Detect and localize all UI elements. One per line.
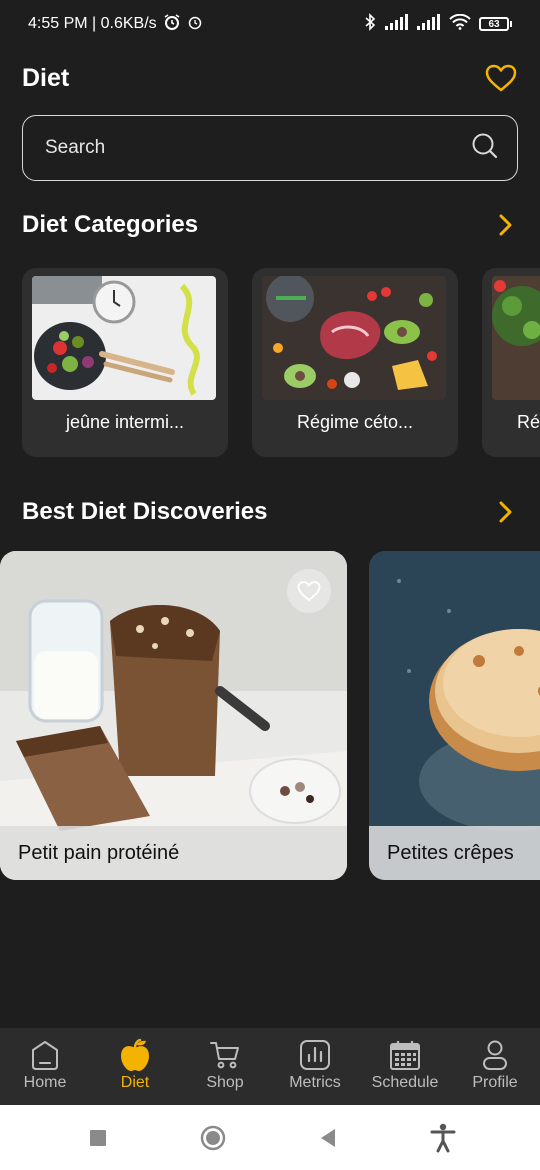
categories-header: Diet Categories	[22, 205, 518, 245]
calendar-icon	[388, 1038, 422, 1072]
nav-label: Metrics	[289, 1074, 341, 1091]
nav-item-metrics[interactable]: Metrics	[270, 1028, 360, 1105]
cart-icon	[208, 1038, 242, 1072]
nav-item-shop[interactable]: Shop	[180, 1028, 270, 1105]
category-label: jeûne intermi...	[65, 412, 185, 432]
nav-item-profile[interactable]: Profile	[450, 1028, 540, 1105]
signal-icon	[385, 13, 409, 35]
battery-icon: 63	[479, 17, 512, 31]
status-bar: 4:55 PM | 0.6KB/s 63	[0, 0, 540, 48]
search-bar[interactable]	[22, 115, 518, 181]
category-card[interactable]: jeûne intermi...	[22, 268, 228, 457]
accessibility-icon	[430, 1123, 455, 1152]
chevron-right-icon	[499, 214, 512, 236]
status-time: 4:55 PM | 0.6KB/s	[28, 15, 157, 32]
discoveries-see-all-button[interactable]	[494, 500, 518, 524]
nav-label: Shop	[206, 1074, 244, 1091]
heart-icon	[297, 581, 321, 602]
favorites-button[interactable]	[484, 61, 518, 95]
discovery-label: Petites crêpes	[369, 826, 540, 880]
category-image	[492, 276, 540, 400]
bottom-nav: Home Diet Shop Metrics Schedule Profile	[0, 1028, 540, 1105]
square-icon	[89, 1129, 106, 1146]
search-input[interactable]	[45, 137, 425, 159]
back-button[interactable]	[308, 1118, 348, 1158]
signal-icon	[417, 13, 441, 35]
heart-icon	[485, 64, 517, 92]
category-card[interactable]: Régime céto...	[252, 268, 458, 457]
nav-item-schedule[interactable]: Schedule	[360, 1028, 450, 1105]
category-image	[262, 276, 446, 400]
wifi-icon	[449, 13, 471, 35]
clock-icon	[187, 14, 203, 34]
alarm-icon	[163, 13, 181, 35]
discoveries-title: Best Diet Discoveries	[22, 498, 268, 525]
discovery-label: Petit pain protéiné	[0, 826, 347, 880]
home-icon	[28, 1038, 62, 1072]
categories-see-all-button[interactable]	[494, 213, 518, 237]
nav-label: Diet	[120, 1074, 150, 1091]
discoveries-header: Best Diet Discoveries	[22, 492, 518, 532]
back-triangle-icon	[320, 1128, 335, 1147]
nav-item-home[interactable]: Home	[0, 1028, 90, 1105]
page-title: Diet	[22, 63, 70, 92]
home-button[interactable]	[193, 1118, 233, 1158]
accessibility-button[interactable]	[423, 1118, 463, 1158]
discovery-card[interactable]: Petites crêpes	[369, 551, 540, 880]
category-image	[32, 276, 216, 400]
recents-button[interactable]	[78, 1118, 118, 1158]
discovery-card[interactable]: Petit pain protéiné	[0, 551, 347, 880]
category-label: Régime céto...	[296, 412, 414, 432]
category-label: Ré	[517, 412, 540, 432]
battery-level: 63	[479, 17, 509, 31]
search-icon[interactable]	[471, 132, 499, 165]
nav-item-diet[interactable]: Diet	[90, 1028, 180, 1105]
categories-title: Diet Categories	[22, 211, 199, 238]
nav-label: Schedule	[371, 1074, 439, 1091]
favorite-toggle-button[interactable]	[287, 569, 331, 613]
profile-icon	[478, 1038, 512, 1072]
chart-icon	[298, 1038, 332, 1072]
header: Diet	[22, 56, 518, 100]
nav-label: Home	[23, 1074, 67, 1091]
category-card[interactable]: Ré	[482, 268, 540, 457]
nav-label: Profile	[472, 1074, 518, 1091]
system-nav-bar	[0, 1105, 540, 1170]
categories-carousel[interactable]: jeûne intermi... Régime céto... Ré	[22, 268, 540, 458]
bluetooth-icon	[363, 12, 377, 36]
discoveries-carousel[interactable]: Petit pain protéiné Petites crêpes	[0, 551, 540, 881]
circle-icon	[200, 1125, 225, 1150]
chevron-right-icon	[499, 501, 512, 523]
apple-icon	[118, 1038, 152, 1072]
